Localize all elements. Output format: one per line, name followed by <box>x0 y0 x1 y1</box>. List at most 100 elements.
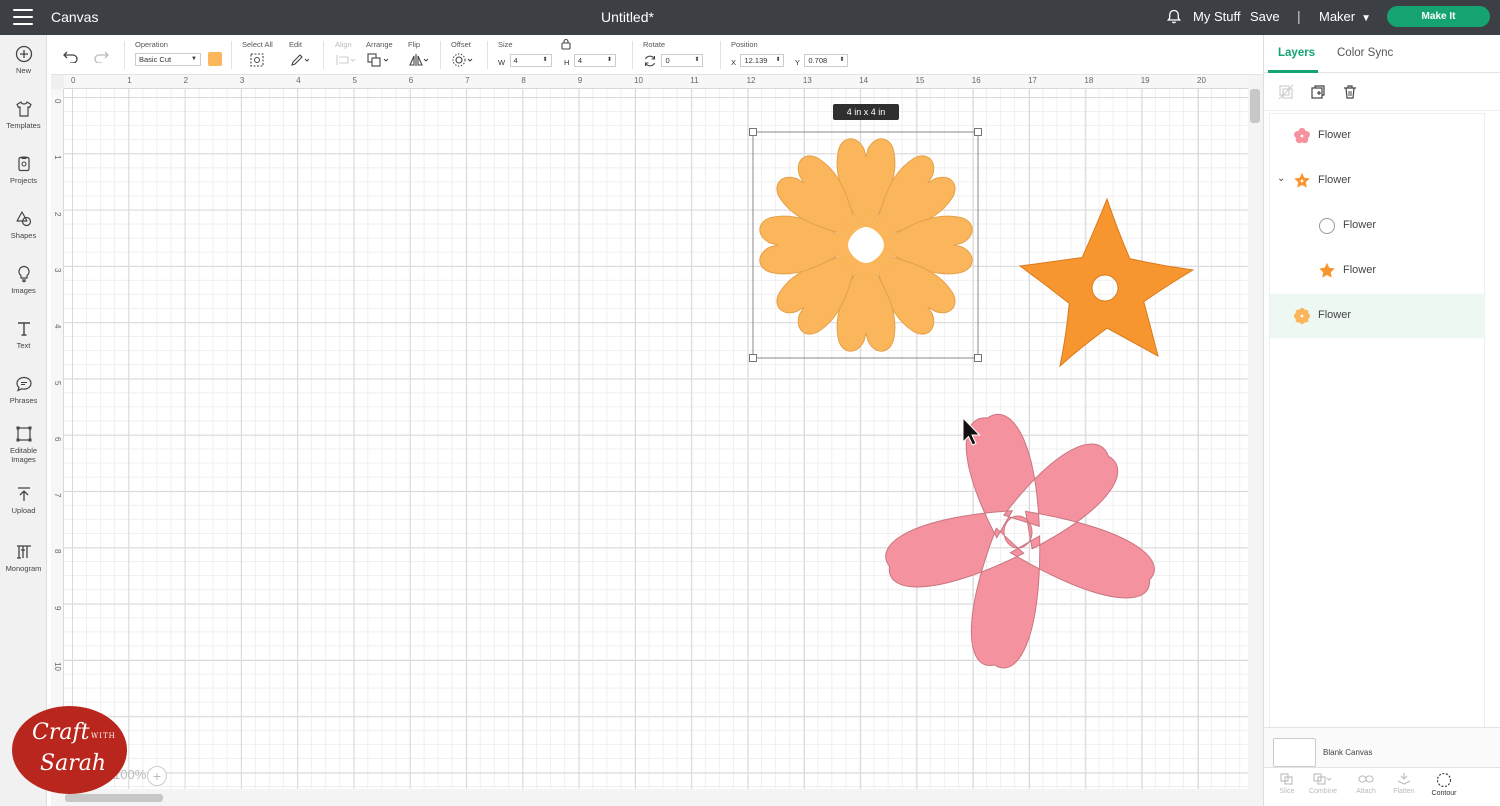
rotate-input[interactable]: 0 ⬍ <box>661 54 704 68</box>
layer-row[interactable]: ⌄ Flower <box>1270 159 1485 203</box>
scrollbar-thumb[interactable] <box>1250 89 1260 123</box>
height-input[interactable]: 4 ⬍ <box>573 54 616 68</box>
layer-name: Flower <box>1318 309 1352 321</box>
daisy-petals <box>759 138 973 352</box>
flip-icon <box>409 54 429 66</box>
canvas-swatch[interactable] <box>1273 738 1316 767</box>
save-button[interactable]: Save <box>1250 9 1280 24</box>
duplicate-icon[interactable] <box>1310 84 1326 100</box>
panel-tabs: Layers Color Sync <box>1264 35 1500 73</box>
ruler-tick-label: 4 <box>296 76 301 85</box>
ruler-tick-label: 7 <box>465 76 470 85</box>
ruler-tick-label: 14 <box>859 76 869 85</box>
x-input[interactable]: 12.139 ⬍ <box>740 54 785 68</box>
sidebar-item-label: Projects <box>9 176 38 185</box>
sidebar-item-phrases[interactable]: Phrases <box>0 375 47 405</box>
flip-group[interactable]: Flip <box>408 40 430 73</box>
offset-group[interactable]: Offset <box>451 40 475 73</box>
ruler-tick-label: 6 <box>408 76 414 85</box>
pink-flower-shape[interactable] <box>885 413 1155 669</box>
separator: | <box>1297 8 1301 24</box>
blank-canvas-row[interactable]: Blank Canvas <box>1264 727 1500 767</box>
layer-row[interactable]: Flower <box>1270 114 1485 158</box>
vertical-scrollbar[interactable] <box>1248 75 1263 789</box>
design-canvas[interactable] <box>64 89 1248 789</box>
zoom-in-button[interactable]: + <box>147 766 167 786</box>
rotate-label: Rotate <box>643 40 666 49</box>
star-flower-shape[interactable] <box>1018 197 1195 368</box>
my-stuff-link[interactable]: My Stuff <box>1193 9 1240 24</box>
layer-row[interactable]: Flower <box>1270 204 1485 248</box>
sidebar-item-monogram[interactable]: Monogram <box>0 543 47 573</box>
bell-icon[interactable] <box>1166 9 1182 30</box>
circle-outline-icon <box>1319 218 1335 234</box>
scrollbar-thumb[interactable] <box>65 794 163 802</box>
chevron-down-icon: ▼ <box>191 55 197 62</box>
ruler-tick-label: 10 <box>634 76 643 85</box>
tab-color-sync[interactable]: Color Sync <box>1337 47 1393 59</box>
sidebar-item-templates[interactable]: Templates <box>0 100 47 130</box>
sidebar-item-images[interactable]: Images <box>0 265 47 295</box>
layer-row[interactable]: Flower <box>1270 249 1485 293</box>
resize-handle[interactable] <box>749 128 757 136</box>
document-title[interactable]: Untitled* <box>0 9 1255 25</box>
toolbar-divider <box>124 41 125 69</box>
sidebar-item-text[interactable]: Text <box>0 320 47 350</box>
ruler-tick-label: 4 <box>53 324 62 329</box>
flatten-button[interactable]: Flatten <box>1384 772 1424 795</box>
width-input[interactable]: 4 ⬍ <box>509 54 552 68</box>
flatten-icon <box>1397 773 1411 785</box>
pencil-icon <box>291 54 310 66</box>
color-swatch[interactable] <box>208 52 223 67</box>
slice-button[interactable]: Slice <box>1267 772 1307 795</box>
contour-button[interactable]: Contour <box>1424 772 1464 797</box>
operation-select[interactable]: Basic Cut ▼ <box>135 52 201 66</box>
size-tag: 4 in x 4 in <box>833 104 899 120</box>
edit-group[interactable]: Edit <box>289 40 310 73</box>
redo-icon[interactable] <box>93 49 109 68</box>
toolbar-divider <box>440 41 441 69</box>
sidebar-item-upload[interactable]: Upload <box>0 485 47 515</box>
select-all-group[interactable]: Select All <box>242 40 273 73</box>
arrange-icon <box>367 53 389 67</box>
undo-icon[interactable] <box>63 49 79 68</box>
attach-label: Attach <box>1356 788 1376 795</box>
attach-button[interactable]: Attach <box>1346 772 1386 795</box>
horizontal-scrollbar[interactable] <box>51 789 1263 806</box>
sidebar-item-label: Text <box>16 341 31 350</box>
layer-name: Flower <box>1318 129 1352 141</box>
ruler-tick-label: 5 <box>53 380 62 385</box>
chevron-down-icon[interactable]: ⌄ <box>1277 173 1285 184</box>
lock-icon[interactable] <box>560 38 572 50</box>
flip-label: Flip <box>408 40 421 49</box>
bottom-tools: Slice Combine Attach Flatten Contour <box>1264 767 1500 806</box>
sidebar-item-shapes[interactable]: Shapes <box>0 210 47 240</box>
ruler-tick-label: 19 <box>1140 76 1150 85</box>
sidebar-item-projects[interactable]: Projects <box>0 155 47 185</box>
resize-handle[interactable] <box>749 354 757 362</box>
machine-select[interactable]: Maker ▼ <box>1319 9 1371 24</box>
sidebar-item-new[interactable]: New <box>0 45 47 75</box>
y-input[interactable]: 0.708 ⬍ <box>804 54 849 68</box>
layer-row-selected[interactable]: Flower <box>1270 294 1485 338</box>
stepper-icon: ⬍ <box>775 57 781 64</box>
arrange-group[interactable]: Arrange <box>366 40 393 73</box>
width-value: 4 <box>513 56 518 66</box>
ruler-corner <box>51 75 64 89</box>
trash-icon[interactable] <box>1342 84 1358 100</box>
combine-button[interactable]: Combine <box>1303 772 1343 795</box>
y-value: 0.708 <box>808 56 828 66</box>
craft-with-sarah-logo: Craft WITH Sarah <box>12 706 127 794</box>
daisy-flower-shape[interactable] <box>759 138 973 352</box>
stepper-icon: ⬍ <box>542 57 548 64</box>
top-bar: Canvas Untitled* My Stuff Save | Maker ▼ … <box>0 0 1500 35</box>
group-icon[interactable] <box>1278 84 1294 100</box>
sidebar-item-editable-images[interactable]: Editable Images <box>0 425 47 464</box>
align-group[interactable]: Align <box>335 40 357 73</box>
ruler-tick-label: 12 <box>746 76 756 85</box>
ruler-tick-label: 1 <box>53 155 62 160</box>
make-it-button[interactable]: Make It <box>1387 6 1490 27</box>
resize-handle[interactable] <box>974 354 982 362</box>
tab-layers[interactable]: Layers <box>1278 47 1315 59</box>
resize-handle[interactable] <box>974 128 982 136</box>
